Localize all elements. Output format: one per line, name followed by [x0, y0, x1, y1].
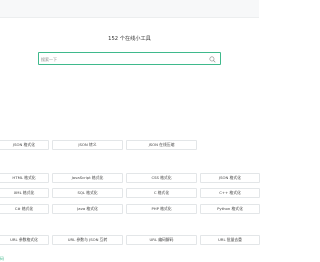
tool-sql-format[interactable]: SQL 格式化 — [52, 188, 123, 198]
top-bar — [0, 0, 259, 18]
tool-json-compress[interactable]: JSON 在线压缩 — [126, 140, 197, 150]
tool-url-json-convert[interactable]: URL 参数与 JSON 互转 — [52, 235, 123, 245]
tool-json-format[interactable]: JSON 格式化 — [0, 140, 49, 150]
footer-link[interactable]: 码 — [0, 256, 4, 262]
tool-php-format[interactable]: PHP 格式化 — [126, 204, 197, 214]
search-input[interactable] — [41, 55, 206, 63]
tool-cpp-format[interactable]: C++ 格式化 — [200, 188, 260, 198]
tool-json-format-2[interactable]: JSON 格式化 — [200, 173, 260, 183]
tool-json-escape[interactable]: JSON 转义 — [52, 140, 123, 150]
tool-c-format[interactable]: C 格式化 — [126, 188, 197, 198]
search-icon[interactable] — [209, 56, 216, 63]
tool-javascript-format[interactable]: JavaScript 格式化 — [52, 173, 123, 183]
search-box[interactable] — [38, 52, 221, 65]
tool-css-format[interactable]: CSS 格式化 — [126, 173, 197, 183]
tool-html-format[interactable]: HTML 格式化 — [0, 173, 49, 183]
tool-url-params-format[interactable]: URL 参数格式化 — [0, 235, 49, 245]
page-title: 152 个在线小工具 — [108, 36, 151, 42]
tool-url-dedupe[interactable]: URL 批量去重 — [200, 235, 260, 245]
tool-csharp-format[interactable]: C# 格式化 — [0, 204, 49, 214]
tool-java-format[interactable]: Java 格式化 — [52, 204, 123, 214]
tool-url-encode-decode[interactable]: URL 编码解码 — [126, 235, 197, 245]
tool-xml-format[interactable]: XML 格式化 — [0, 188, 49, 198]
tool-python-format[interactable]: Python 格式化 — [200, 204, 260, 214]
